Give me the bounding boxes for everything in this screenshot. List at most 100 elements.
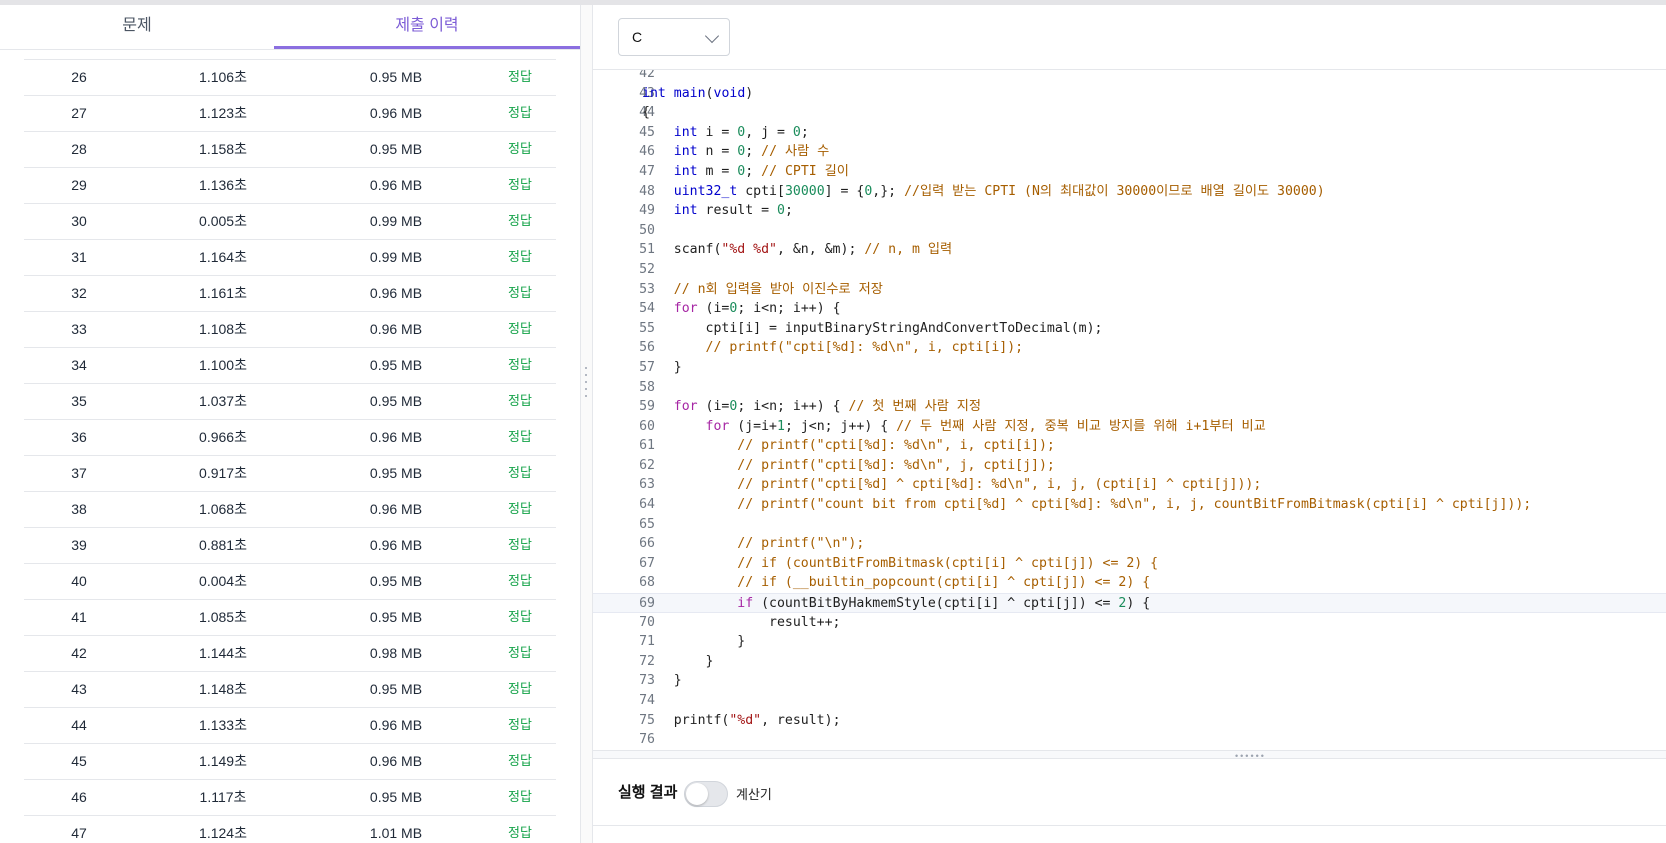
vertical-splitter[interactable] bbox=[580, 5, 593, 843]
submission-number: 45 bbox=[71, 753, 87, 769]
submission-number: 37 bbox=[71, 465, 87, 481]
submission-number: 27 bbox=[71, 105, 87, 121]
code-text: // printf("cpti[%d]: %d\n", j, cpti[j]); bbox=[737, 457, 1055, 473]
code-text: { bbox=[642, 105, 650, 121]
calculator-toggle[interactable] bbox=[684, 781, 728, 807]
code-text: // printf("count bit from cpti[%d] ^ cpt… bbox=[737, 497, 1532, 513]
language-select[interactable]: C bbox=[618, 18, 730, 56]
table-row[interactable]: 36 0.966초 0.96 MB 정답 bbox=[24, 420, 556, 456]
table-row[interactable]: 35 1.037초 0.95 MB 정답 bbox=[24, 384, 556, 420]
table-row[interactable]: 34 1.100초 0.95 MB 정답 bbox=[24, 348, 556, 384]
submission-number: 38 bbox=[71, 501, 87, 517]
result-badge: 정답 bbox=[508, 609, 532, 624]
memory-usage: 0.95 MB bbox=[369, 681, 423, 697]
memory-usage: 0.95 MB bbox=[369, 609, 423, 625]
table-row[interactable]: 40 0.004초 0.95 MB 정답 bbox=[24, 564, 556, 600]
code-line: 51 scanf("%d %d", &n, &m); // n, m 입력 bbox=[593, 240, 1666, 260]
code-line: 49 int result = 0; bbox=[593, 201, 1666, 221]
code-text: int main(void) bbox=[642, 85, 754, 101]
exec-time: 1.161초 bbox=[199, 285, 247, 301]
table-row[interactable]: 43 1.148초 0.95 MB 정답 bbox=[24, 672, 556, 708]
tab-submission-history[interactable]: 제출 이력 bbox=[274, 5, 580, 49]
table-row[interactable]: 44 1.133초 0.96 MB 정답 bbox=[24, 708, 556, 744]
submission-number: 39 bbox=[71, 537, 87, 553]
table-row[interactable]: 42 1.144초 0.98 MB 정답 bbox=[24, 636, 556, 672]
table-row[interactable]: 37 0.917초 0.95 MB 정답 bbox=[24, 456, 556, 492]
table-row[interactable]: 31 1.164초 0.99 MB 정답 bbox=[24, 240, 556, 276]
memory-usage: 0.95 MB bbox=[369, 69, 423, 85]
code-line: 67 // if (countBitFromBitmask(cpti[i] ^ … bbox=[593, 554, 1666, 574]
table-row[interactable]: 39 0.881초 0.96 MB 정답 bbox=[24, 528, 556, 564]
result-badge: 정답 bbox=[508, 69, 532, 84]
line-number: 76 bbox=[639, 732, 655, 748]
table-row[interactable]: 30 0.005초 0.99 MB 정답 bbox=[24, 204, 556, 240]
table-row[interactable]: 45 1.149초 0.96 MB 정답 bbox=[24, 744, 556, 780]
code-line: 74 bbox=[593, 691, 1666, 711]
toggle-knob bbox=[686, 783, 708, 805]
code-text: } bbox=[642, 653, 714, 669]
submission-number: 35 bbox=[71, 393, 87, 409]
table-row[interactable]: 26 1.106초 0.95 MB 정답 bbox=[24, 59, 556, 96]
code-text: } bbox=[642, 673, 682, 689]
table-row[interactable]: 46 1.117초 0.95 MB 정답 bbox=[24, 780, 556, 816]
memory-usage: 0.96 MB bbox=[369, 753, 423, 769]
submission-number: 43 bbox=[71, 681, 87, 697]
table-row[interactable]: 28 1.158초 0.95 MB 정답 bbox=[24, 132, 556, 168]
table-row[interactable]: 41 1.085초 0.95 MB 정답 bbox=[24, 600, 556, 636]
table-row[interactable]: 47 1.124초 1.01 MB 정답 bbox=[24, 816, 556, 843]
code-line: 53 // n회 입력을 받아 이진수로 저장 bbox=[593, 280, 1666, 300]
code-editor[interactable]: 42 43 int main(void) 44{45 int i = 0, j = 0… bbox=[593, 70, 1666, 750]
exec-time: 1.037초 bbox=[199, 393, 247, 409]
code-text: int i = 0, j = 0; bbox=[673, 124, 809, 140]
code-text: // if (countBitFromBitmask(cpti[i] ^ cpt… bbox=[737, 555, 1159, 571]
code-text: result++; bbox=[642, 614, 841, 630]
code-line: 71 } bbox=[593, 632, 1666, 652]
code-line: 66 // printf("\n"); bbox=[593, 534, 1666, 554]
table-row[interactable]: 38 1.068초 0.96 MB 정답 bbox=[24, 492, 556, 528]
submission-table: 26 1.106초 0.95 MB 정답 27 1.123초 0.96 MB 정답 28 1.15… bbox=[24, 59, 556, 843]
table-row[interactable]: 32 1.161초 0.96 MB 정답 bbox=[24, 276, 556, 312]
memory-usage: 0.96 MB bbox=[369, 429, 423, 445]
result-badge: 정답 bbox=[508, 321, 532, 336]
result-badge: 정답 bbox=[508, 465, 532, 480]
code-line: 72 } bbox=[593, 652, 1666, 672]
tab-problem[interactable]: 문제 bbox=[0, 5, 274, 49]
right-pane: C 42 43 int main(void) 44{45 int i = 0, j =… bbox=[593, 5, 1666, 843]
result-badge: 정답 bbox=[508, 429, 532, 444]
memory-usage: 0.99 MB bbox=[369, 213, 423, 229]
result-badge: 정답 bbox=[508, 357, 532, 372]
code-text: // printf("cpti[%d]: %d\n", i, cpti[i]); bbox=[705, 340, 1024, 356]
table-row[interactable]: 27 1.123초 0.96 MB 정답 bbox=[24, 96, 556, 132]
code-text: // printf("cpti[%d] ^ cpti[%d]: %d\n", i… bbox=[737, 477, 1262, 493]
submission-number: 31 bbox=[71, 249, 87, 265]
code-line: 70 result++; bbox=[593, 613, 1666, 633]
result-badge: 정답 bbox=[508, 501, 532, 516]
result-badge: 정답 bbox=[508, 213, 532, 228]
left-pane: 문제 제출 이력 26 1.106초 0.95 MB 정답 27 1.123초 0.96 M… bbox=[0, 5, 580, 843]
code-text: for (j=i+1; j<n; j++) { // 두 번째 사람 지정, 중… bbox=[705, 418, 1266, 434]
code-line: 76 bbox=[593, 730, 1666, 750]
code-line: 54 for (i=0; i<n; i++) { bbox=[593, 299, 1666, 319]
code-text: if (countBitByHakmemStyle(cpti[i] ^ cpti… bbox=[737, 596, 1151, 612]
code-text: } bbox=[642, 634, 746, 650]
line-number: 52 bbox=[639, 261, 655, 277]
result-badge: 정답 bbox=[508, 753, 532, 768]
memory-usage: 1.01 MB bbox=[369, 825, 423, 841]
table-row[interactable]: 29 1.136초 0.96 MB 정답 bbox=[24, 168, 556, 204]
code-line: 45 int i = 0, j = 0; bbox=[593, 123, 1666, 143]
exec-time: 1.124초 bbox=[199, 825, 247, 841]
line-number: 74 bbox=[639, 693, 655, 708]
memory-usage: 0.96 MB bbox=[369, 717, 423, 733]
line-number: 58 bbox=[639, 379, 655, 395]
language-bar: C bbox=[593, 5, 1666, 70]
table-row[interactable]: 33 1.108초 0.96 MB 정답 bbox=[24, 312, 556, 348]
exec-time: 1.100초 bbox=[199, 357, 247, 373]
code-text: // printf("\n"); bbox=[737, 536, 865, 552]
memory-usage: 0.95 MB bbox=[369, 357, 423, 373]
memory-usage: 0.96 MB bbox=[369, 285, 423, 301]
exec-time: 0.004초 bbox=[199, 573, 247, 589]
code-line: 43 int main(void) bbox=[593, 84, 1666, 104]
code-line: 65 bbox=[593, 515, 1666, 535]
horizontal-splitter[interactable]: •••••• bbox=[593, 750, 1666, 761]
code-line: 62 // printf("cpti[%d]: %d\n", j, cpti[j… bbox=[593, 456, 1666, 476]
